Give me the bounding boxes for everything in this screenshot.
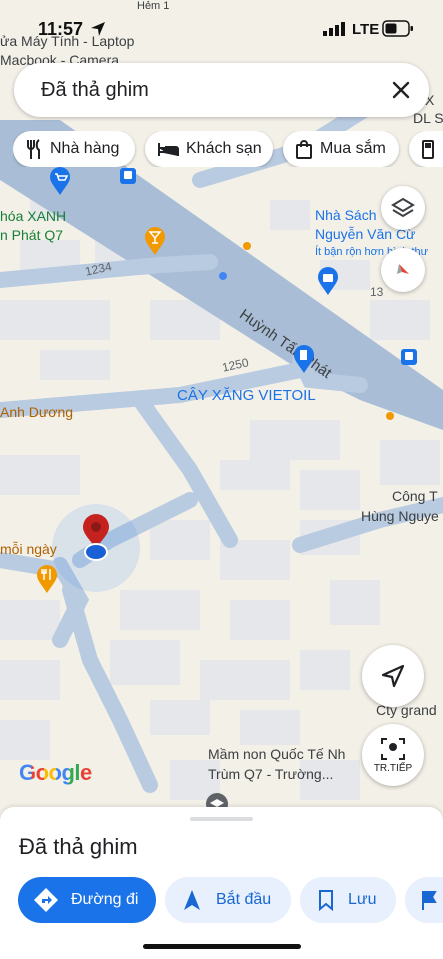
flag-icon	[422, 891, 437, 910]
gas-pump-icon	[422, 140, 434, 159]
my-location-button[interactable]	[362, 645, 424, 707]
map-label-nha-sach: Nhà Sách	[315, 207, 377, 223]
bed-icon	[158, 143, 179, 156]
save-button[interactable]: Lưu	[300, 877, 396, 923]
restaurant-icon[interactable]	[35, 564, 59, 594]
shopping-bag-poi-icon[interactable]	[316, 266, 340, 296]
start-button[interactable]: Bắt đầu	[165, 877, 291, 923]
chip-shopping-label: Mua sắm	[320, 140, 386, 157]
map-label-hung: Hùng Nguye	[361, 508, 439, 524]
compass-button[interactable]	[381, 248, 425, 292]
google-logo: Google	[19, 760, 92, 785]
map-label-road-13: 13	[370, 285, 384, 299]
map-label-cong: Công T	[392, 488, 438, 504]
chip-hotels-label: Khách sạn	[186, 140, 262, 157]
chip-restaurants[interactable]: Nhà hàng	[13, 131, 135, 167]
status-bar: 11:57 LTE	[0, 0, 443, 58]
map-label-phat-q7: n Phát Q7	[0, 227, 64, 243]
signal-bars-icon	[323, 22, 345, 36]
next-button-label: TR.TIẾP	[373, 763, 413, 774]
shopping-bag-icon	[296, 140, 312, 159]
start-label: Bắt đầu	[216, 891, 272, 908]
home-indicator	[143, 944, 301, 949]
next-button[interactable]: TR.TIẾP	[362, 724, 424, 786]
map-label-moi-ngay: mỗi ngày	[0, 541, 57, 557]
battery-icon	[382, 20, 413, 37]
orange-dot-icon-2	[386, 412, 394, 420]
orange-dot-icon	[243, 242, 251, 250]
bus-stop-icon-2[interactable]	[401, 349, 417, 365]
sheet-handle[interactable]	[190, 817, 253, 821]
map-label-cay-xang: CÂY XĂNG VIETOIL	[177, 387, 316, 404]
network-type: LTE	[352, 21, 380, 38]
directions-icon	[34, 888, 58, 912]
chip-shopping[interactable]: Mua sắm	[283, 131, 399, 167]
sheet-title: Đã thả ghim	[19, 834, 138, 859]
shopping-cart-icon[interactable]	[48, 166, 72, 196]
navigation-icon	[184, 890, 200, 910]
directions-label: Đường đi	[71, 891, 139, 908]
gas-station-icon[interactable]	[292, 344, 316, 374]
bar-icon[interactable]	[143, 226, 167, 256]
location-arrow-icon	[91, 22, 105, 36]
directions-button[interactable]: Đường đi	[18, 877, 156, 923]
fork-knife-icon	[27, 139, 40, 159]
map-label-dl-s: DL S	[413, 110, 443, 126]
location-dot-icon	[219, 272, 227, 280]
navigation-arrow-icon	[381, 664, 405, 688]
compass-icon	[397, 264, 409, 274]
chip-hotels[interactable]: Khách sạn	[145, 131, 273, 167]
layers-button[interactable]	[381, 186, 425, 230]
next-location-icon	[381, 738, 405, 760]
map-label-anh-duong: Anh Dương	[0, 404, 74, 420]
layers-icon	[391, 197, 415, 218]
label-button[interactable]	[405, 877, 443, 923]
chip-gas[interactable]	[409, 131, 443, 167]
category-chips: Nhà hàng Khách sạn Mua sắm	[13, 131, 443, 167]
dropped-pin-icon[interactable]	[80, 514, 112, 562]
close-icon[interactable]	[387, 76, 415, 104]
place-sheet[interactable]: Đã thả ghim Đường đi Bắt đầu Lưu	[0, 807, 443, 959]
search-bar[interactable]: Đã thả ghim	[14, 63, 429, 117]
save-label: Lưu	[348, 891, 377, 908]
status-time: 11:57	[38, 19, 84, 39]
map-label-xanh: hóa XANH	[0, 208, 67, 224]
bus-stop-icon[interactable]	[120, 168, 136, 184]
map-view[interactable]: ửa Máy Tính - Laptop Macbook - Camera hó…	[0, 0, 443, 815]
chip-restaurants-label: Nhà hàng	[50, 140, 120, 157]
search-query[interactable]: Đã thả ghim	[41, 79, 149, 102]
map-label-trum-q7: Trùm Q7 - Trường...	[208, 766, 334, 782]
map-label-mam-non: Mầm non Quốc Tế Nh	[208, 746, 346, 762]
bookmark-icon	[319, 890, 333, 911]
